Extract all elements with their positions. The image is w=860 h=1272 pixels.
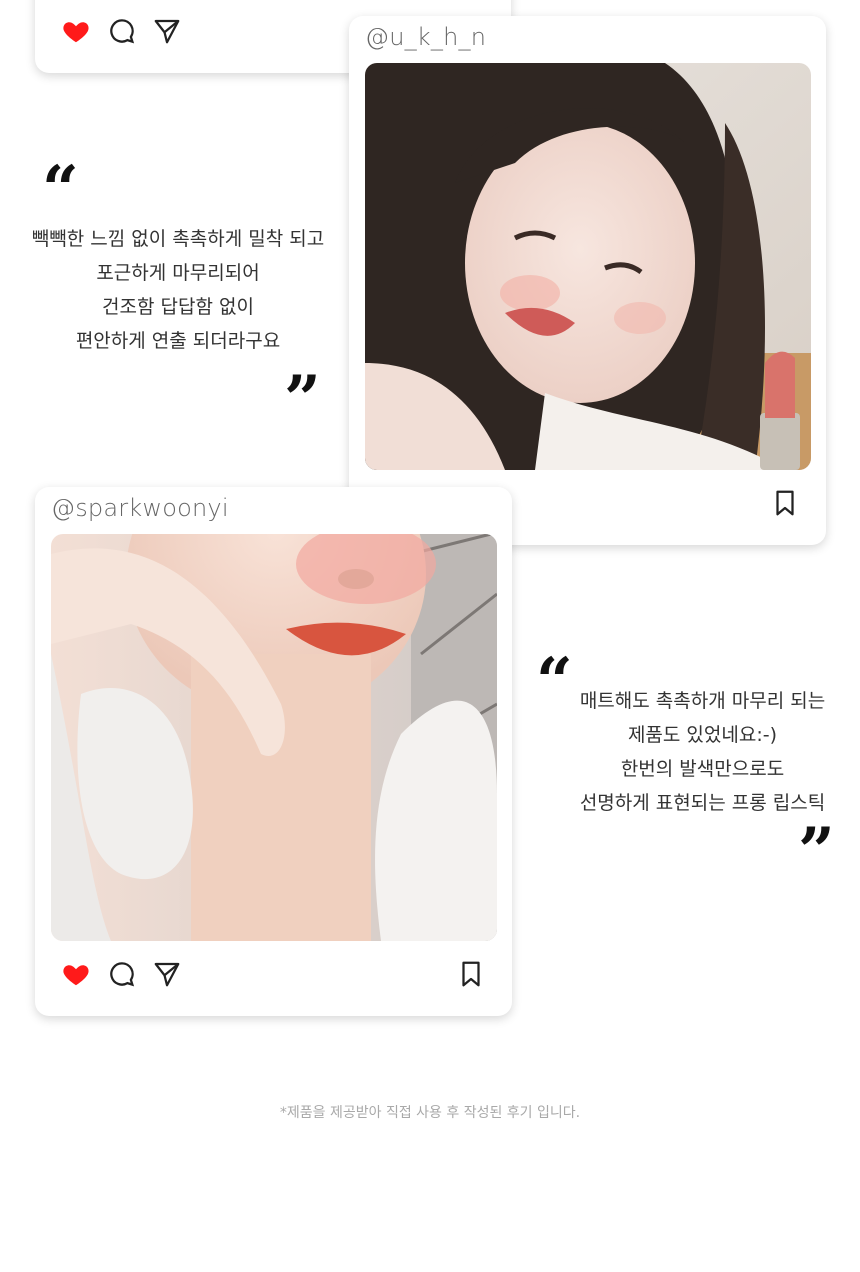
close-quote-mark: ” <box>284 362 321 437</box>
post-photo[interactable] <box>365 63 811 470</box>
review-quote-left: 빽빽한 느낌 없이 촉촉하게 밀착 되고 포근하게 마무리되어 건조함 답답함 … <box>20 222 336 358</box>
comment-icon[interactable] <box>107 959 137 989</box>
heart-icon[interactable] <box>61 959 91 989</box>
open-quote-mark: “ <box>42 152 79 227</box>
close-quote-mark: ” <box>798 814 835 889</box>
bookmark-icon[interactable] <box>456 959 486 989</box>
quote-line: 제품도 있었네요:-) <box>627 724 778 746</box>
post-card-u-k-h-n: @u_k_h_n <box>349 16 826 545</box>
quote-line: 건조함 답답함 없이 <box>102 296 254 318</box>
review-quote-right: 매트해도 촉촉하개 마무리 되는 제품도 있었네요:-) 한번의 발색만으로도 … <box>560 684 845 820</box>
sponsorship-disclaimer: *제품을 제공받아 직접 사용 후 작성된 후기 입니다. <box>279 1105 581 1121</box>
comment-icon[interactable] <box>107 16 137 46</box>
post-photo[interactable] <box>51 534 497 941</box>
share-icon[interactable] <box>152 959 182 989</box>
quote-line: 편안하게 연출 되더라구요 <box>75 330 281 352</box>
quote-line: 빽빽한 느낌 없이 촉촉하게 밀착 되고 <box>31 228 325 250</box>
share-icon[interactable] <box>152 16 182 46</box>
username-handle[interactable]: @u_k_h_n <box>365 23 486 51</box>
username-handle[interactable]: @sparkwoonyi <box>51 494 229 522</box>
post-card-sparkwoonyi: @sparkwoonyi <box>35 487 512 1016</box>
quote-line: 한번의 발색만으로도 <box>620 758 785 780</box>
quote-line: 포근하게 마무리되어 <box>96 262 260 284</box>
heart-icon[interactable] <box>61 16 91 46</box>
quote-line: 매트해도 촉촉하개 마무리 되는 <box>579 690 826 712</box>
bookmark-icon[interactable] <box>770 488 800 518</box>
